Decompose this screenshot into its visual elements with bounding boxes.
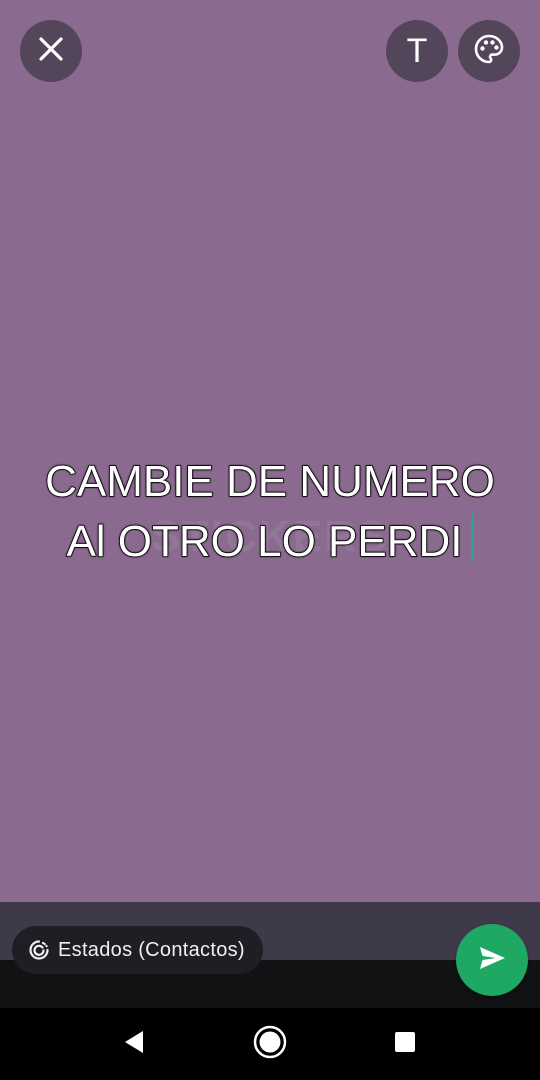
text-style-button[interactable]: T xyxy=(386,20,448,82)
nav-recents-button[interactable] xyxy=(383,1022,427,1066)
send-icon xyxy=(477,943,507,978)
text-icon: T xyxy=(406,32,428,70)
status-text-line-1: CAMBIE DE NUMERO xyxy=(44,456,495,507)
text-cursor xyxy=(470,514,474,562)
background-color-button[interactable] xyxy=(458,20,520,82)
nav-back-button[interactable] xyxy=(112,1022,156,1066)
system-navigation-bar xyxy=(0,1008,540,1080)
status-composer-screen: T STICKERS CAMBIE DE NUMERO Al OTRO LO P… xyxy=(0,0,540,1080)
send-button[interactable] xyxy=(456,924,528,996)
nav-home-button[interactable] xyxy=(248,1022,292,1066)
palette-icon xyxy=(473,33,505,70)
status-privacy-icon xyxy=(28,939,50,961)
recents-icon xyxy=(393,1030,417,1059)
status-text-input[interactable]: CAMBIE DE NUMERO Al OTRO LO PERDI xyxy=(0,452,540,572)
status-text-canvas[interactable]: T STICKERS CAMBIE DE NUMERO Al OTRO LO P… xyxy=(0,0,540,902)
back-icon xyxy=(121,1028,147,1061)
status-text-line-2: Al OTRO LO PERDI xyxy=(0,512,540,572)
status-audience-chip[interactable]: Estados (Contactos) xyxy=(12,926,263,974)
status-audience-label: Estados (Contactos) xyxy=(58,938,245,961)
status-text-line-2-content: Al OTRO LO PERDI xyxy=(66,516,464,567)
close-button[interactable] xyxy=(20,20,82,82)
close-icon xyxy=(38,36,64,67)
home-icon xyxy=(252,1024,288,1065)
